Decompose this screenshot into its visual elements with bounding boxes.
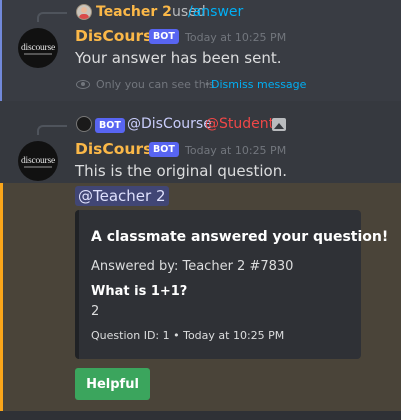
embed-title: A classmate answered your question!	[91, 229, 389, 245]
avatar-logo-text: discourse	[20, 43, 56, 53]
bot-avatar[interactable]: discourse	[18, 141, 58, 181]
ephemeral-note: Only you can see this	[96, 78, 215, 91]
image-icon[interactable]	[272, 118, 286, 131]
reply-bot-badge: BOT	[95, 118, 125, 133]
separator-dot: •	[204, 78, 211, 91]
reply-spine	[37, 125, 67, 135]
eye-icon	[76, 80, 90, 89]
ephemeral-indicator-bar	[0, 0, 2, 101]
embed-footer: Question ID: 1 • Today at 10:25 PM	[91, 329, 285, 342]
message-content: Your answer has been sent.	[75, 49, 282, 67]
message-content: This is the original question.	[75, 162, 287, 180]
reply-spine	[37, 12, 67, 22]
teacher-avatar-mini[interactable]	[76, 4, 92, 20]
bot-badge: BOT	[149, 142, 179, 157]
embed-description: Answered by: Teacher 2 #7830	[91, 259, 294, 274]
avatar-logo-text: discourse	[20, 156, 56, 166]
mention-indicator-bar	[0, 183, 3, 411]
reply-command-link[interactable]: /answer	[188, 4, 243, 20]
helpful-button[interactable]: Helpful	[75, 368, 150, 400]
bot-avatar[interactable]: discourse	[18, 28, 58, 68]
embed-field-value: 2	[91, 304, 100, 319]
user-mention[interactable]: @Teacher 2	[75, 186, 169, 206]
reply-mention-user[interactable]: @DisCourse	[127, 116, 212, 132]
bot-avatar-mini[interactable]	[76, 116, 92, 132]
reply-mention-role[interactable]: @Student	[205, 116, 274, 132]
embed-field-name: What is 1+1?	[91, 284, 188, 299]
bot-badge: BOT	[149, 29, 179, 44]
reply-username[interactable]: Teacher 2	[96, 4, 172, 20]
message-timestamp[interactable]: Today at 10:25 PM	[185, 144, 286, 157]
bottom-divider	[0, 411, 401, 420]
embed-card: A classmate answered your question! Answ…	[75, 210, 388, 359]
dismiss-message-link[interactable]: Dismiss message	[211, 78, 306, 91]
message-timestamp[interactable]: Today at 10:25 PM	[185, 31, 286, 44]
